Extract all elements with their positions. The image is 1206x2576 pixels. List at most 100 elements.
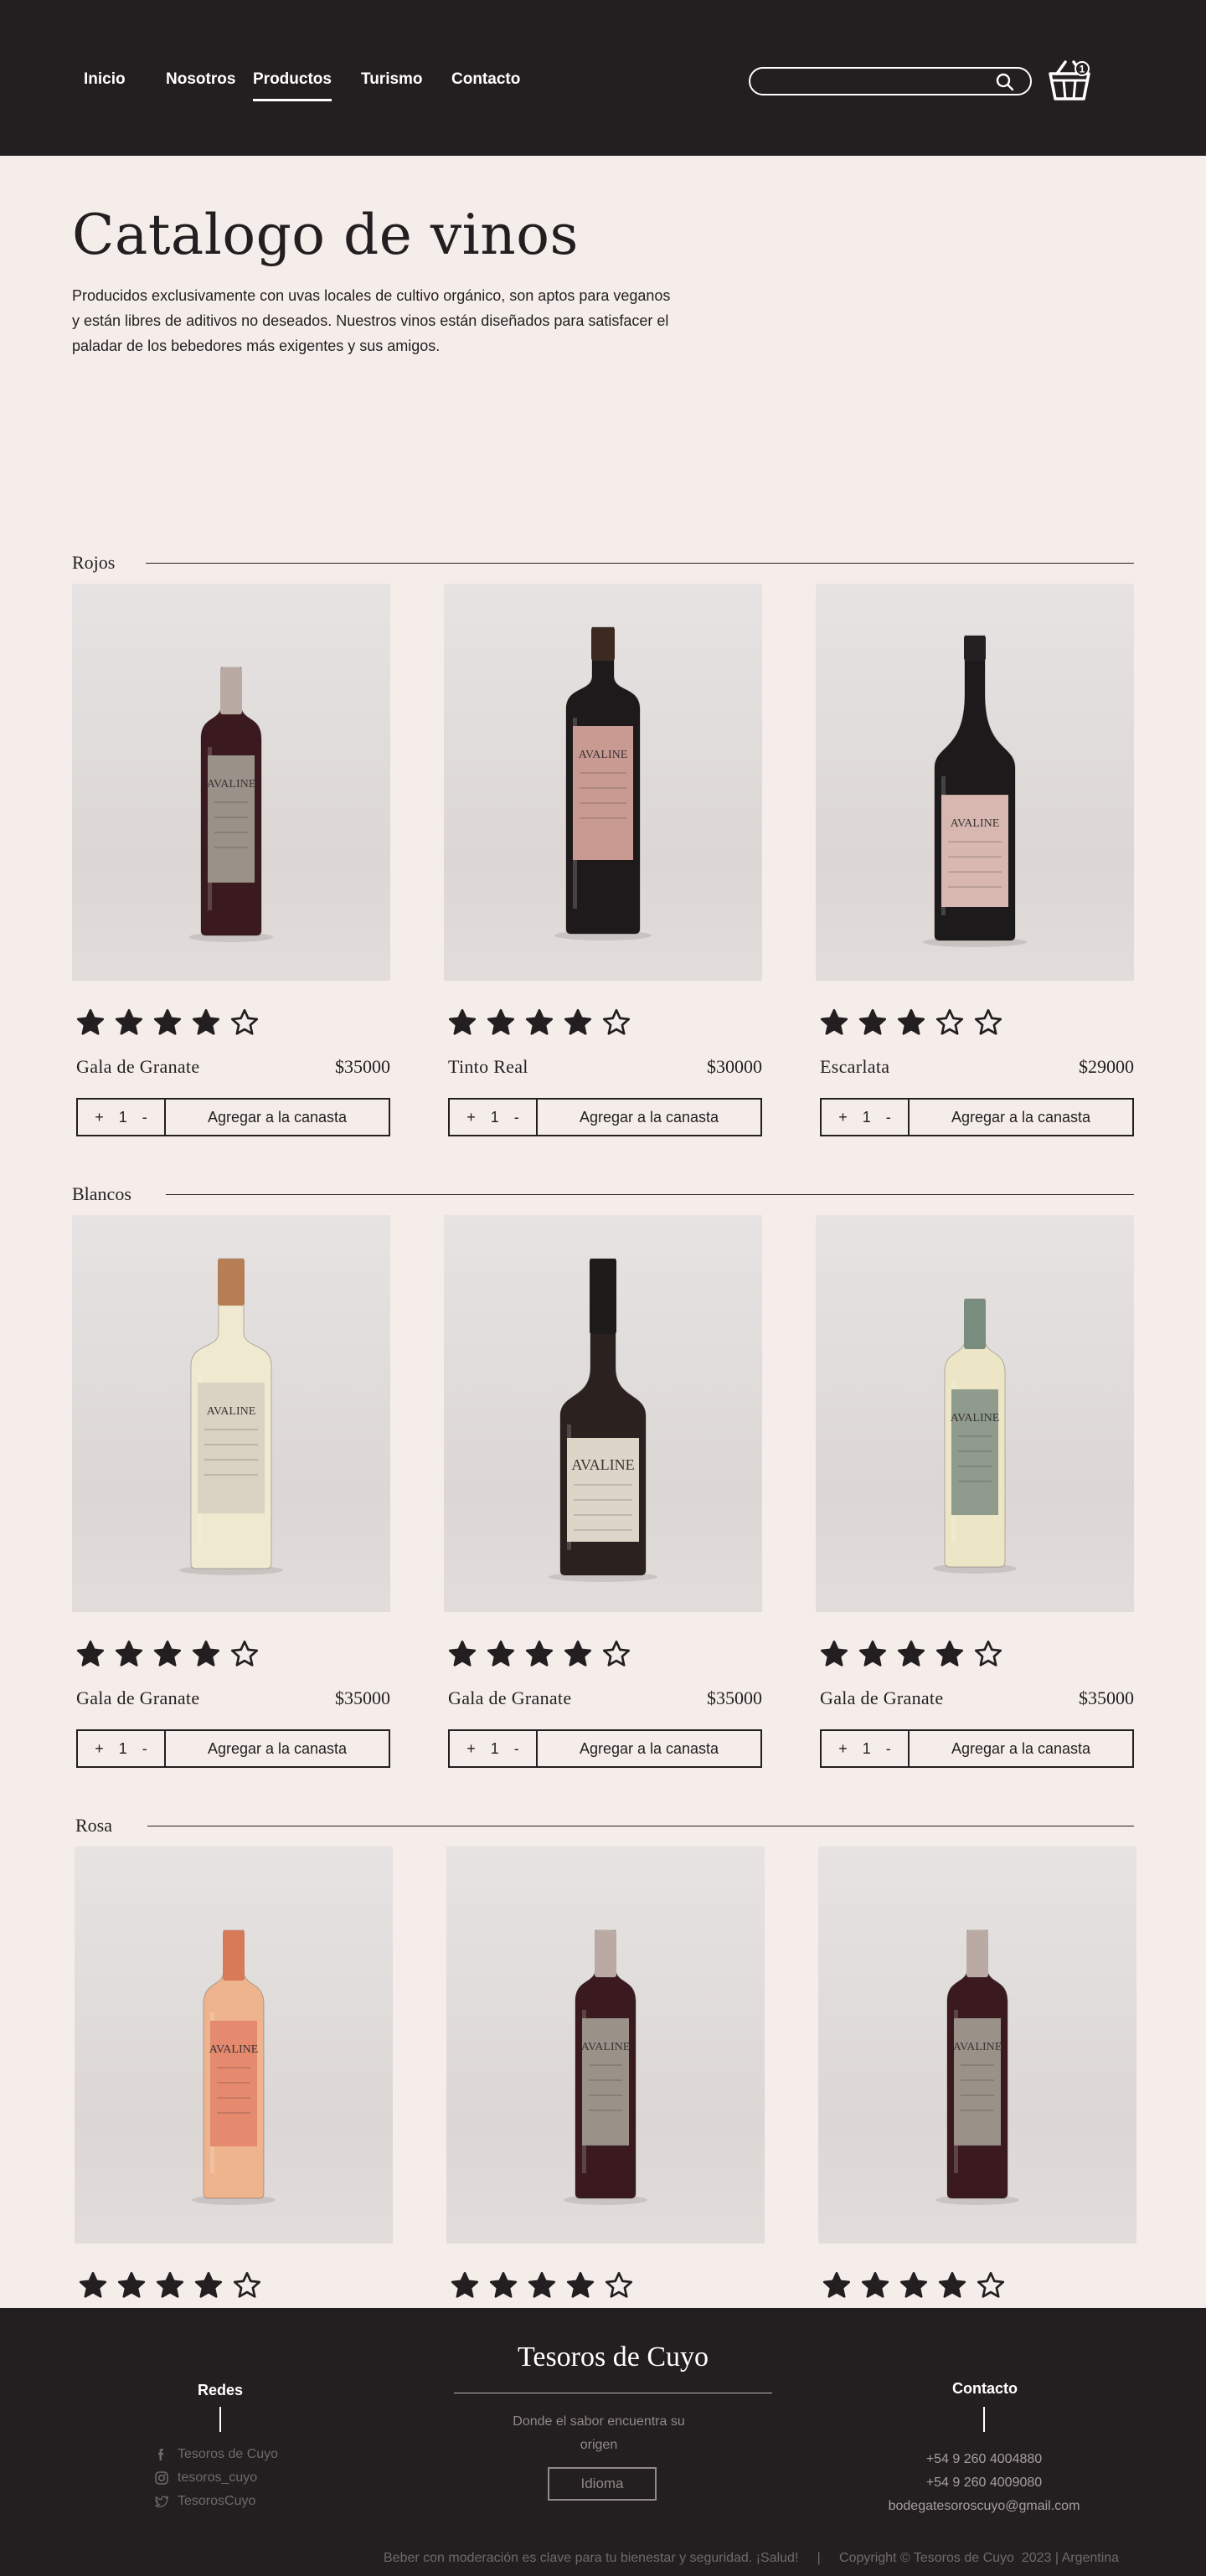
star-empty-icon[interactable] — [976, 2270, 1006, 2300]
star-filled-icon[interactable] — [191, 1007, 221, 1038]
add-to-cart-group: +1-Agregar a la canasta — [820, 1098, 1134, 1136]
nav-contacto[interactable]: Contacto — [451, 70, 520, 99]
qty-plus-button[interactable]: + — [466, 1109, 476, 1126]
qty-plus-button[interactable]: + — [838, 1740, 848, 1758]
star-filled-icon[interactable] — [486, 1639, 516, 1669]
qty-minus-button[interactable]: - — [886, 1740, 891, 1758]
star-filled-icon[interactable] — [565, 2270, 595, 2300]
star-empty-icon[interactable] — [232, 2270, 262, 2300]
search-icon[interactable] — [995, 72, 1015, 92]
star-filled-icon[interactable] — [450, 2270, 480, 2300]
star-filled-icon[interactable] — [78, 2270, 108, 2300]
wine-bottle-image[interactable]: AVALINE — [75, 1847, 393, 2244]
contact-phone[interactable]: +54 9 260 4009080 — [863, 2476, 1106, 2491]
star-filled-icon[interactable] — [524, 1007, 554, 1038]
contact-email[interactable]: bodegatesoroscuyo@gmail.com — [863, 2499, 1106, 2514]
star-filled-icon[interactable] — [114, 1007, 144, 1038]
star-filled-icon[interactable] — [75, 1639, 106, 1669]
star-filled-icon[interactable] — [860, 2270, 890, 2300]
qty-minus-button[interactable]: - — [514, 1109, 519, 1126]
star-filled-icon[interactable] — [896, 1639, 926, 1669]
star-filled-icon[interactable] — [527, 2270, 557, 2300]
star-empty-icon[interactable] — [229, 1007, 260, 1038]
star-filled-icon[interactable] — [937, 2270, 967, 2300]
star-empty-icon[interactable] — [973, 1007, 1003, 1038]
star-filled-icon[interactable] — [819, 1639, 849, 1669]
product-image[interactable]: AVALINE — [72, 584, 390, 981]
qty-plus-button[interactable]: + — [95, 1740, 104, 1758]
star-filled-icon[interactable] — [563, 1639, 593, 1669]
star-filled-icon[interactable] — [524, 1639, 554, 1669]
product-image[interactable]: AVALINE — [818, 1847, 1136, 2244]
add-to-cart-button[interactable]: Agregar a la canasta — [166, 1731, 389, 1766]
add-to-cart-button[interactable]: Agregar a la canasta — [538, 1731, 760, 1766]
star-filled-icon[interactable] — [75, 1007, 106, 1038]
wine-bottle-image[interactable]: AVALINE — [444, 1215, 762, 1612]
add-to-cart-button[interactable]: Agregar a la canasta — [910, 1100, 1132, 1135]
product-image[interactable]: AVALINE — [444, 584, 762, 981]
product-image[interactable]: AVALINE — [72, 1215, 390, 1612]
add-to-cart-button[interactable]: Agregar a la canasta — [910, 1731, 1132, 1766]
star-filled-icon[interactable] — [116, 2270, 147, 2300]
wine-bottle-image[interactable]: AVALINE — [446, 1847, 765, 2244]
star-filled-icon[interactable] — [447, 1007, 477, 1038]
wine-bottle-image[interactable]: AVALINE — [816, 1215, 1134, 1612]
qty-minus-button[interactable]: - — [886, 1109, 891, 1126]
star-filled-icon[interactable] — [899, 2270, 929, 2300]
social-instagram[interactable]: tesoros_cuyo — [154, 2470, 257, 2486]
nav-inicio[interactable]: Inicio — [84, 70, 126, 99]
star-filled-icon[interactable] — [819, 1007, 849, 1038]
social-twitter[interactable]: TesorosCuyo — [154, 2494, 255, 2509]
star-filled-icon[interactable] — [486, 1007, 516, 1038]
wine-bottle-image[interactable]: AVALINE — [72, 1215, 390, 1612]
product-image[interactable]: AVALINE — [75, 1847, 393, 2244]
bottle-label-text: AVALINE — [571, 1456, 634, 1473]
qty-minus-button[interactable]: - — [142, 1109, 147, 1126]
star-filled-icon[interactable] — [822, 2270, 852, 2300]
star-filled-icon[interactable] — [858, 1639, 888, 1669]
quantity-stepper: +1- — [822, 1100, 910, 1135]
wine-bottle-image[interactable]: AVALINE — [816, 584, 1134, 981]
nav-productos[interactable]: Productos — [253, 70, 332, 101]
wine-bottle-image[interactable]: AVALINE — [72, 584, 390, 981]
qty-plus-button[interactable]: + — [838, 1109, 848, 1126]
star-empty-icon[interactable] — [973, 1639, 1003, 1669]
star-filled-icon[interactable] — [858, 1007, 888, 1038]
nav-turismo[interactable]: Turismo — [361, 70, 423, 99]
basket-icon[interactable]: 1 — [1045, 55, 1094, 104]
star-empty-icon[interactable] — [601, 1007, 631, 1038]
nav-nosotros[interactable]: Nosotros — [166, 70, 235, 99]
star-filled-icon[interactable] — [191, 1639, 221, 1669]
product-image[interactable]: AVALINE — [444, 1215, 762, 1612]
star-empty-icon[interactable] — [604, 2270, 634, 2300]
product-image[interactable]: AVALINE — [446, 1847, 765, 2244]
star-filled-icon[interactable] — [155, 2270, 185, 2300]
star-empty-icon[interactable] — [229, 1639, 260, 1669]
star-filled-icon[interactable] — [447, 1639, 477, 1669]
wine-bottle-image[interactable]: AVALINE — [818, 1847, 1136, 2244]
star-empty-icon[interactable] — [935, 1007, 965, 1038]
product-image[interactable]: AVALINE — [816, 584, 1134, 981]
star-filled-icon[interactable] — [193, 2270, 224, 2300]
star-filled-icon[interactable] — [896, 1007, 926, 1038]
star-filled-icon[interactable] — [935, 1639, 965, 1669]
qty-minus-button[interactable]: - — [142, 1740, 147, 1758]
product-image[interactable]: AVALINE — [816, 1215, 1134, 1612]
star-filled-icon[interactable] — [152, 1007, 183, 1038]
wine-bottle-image[interactable]: AVALINE — [444, 584, 762, 981]
contact-phone[interactable]: +54 9 260 4004880 — [863, 2452, 1106, 2467]
star-empty-icon[interactable] — [601, 1639, 631, 1669]
bottle-label-text: AVALINE — [207, 778, 256, 791]
star-filled-icon[interactable] — [152, 1639, 183, 1669]
add-to-cart-button[interactable]: Agregar a la canasta — [538, 1100, 760, 1135]
language-button[interactable]: Idioma — [548, 2467, 657, 2501]
search-input[interactable] — [749, 67, 1032, 95]
qty-minus-button[interactable]: - — [514, 1740, 519, 1758]
star-filled-icon[interactable] — [114, 1639, 144, 1669]
add-to-cart-button[interactable]: Agregar a la canasta — [166, 1100, 389, 1135]
star-filled-icon[interactable] — [488, 2270, 518, 2300]
star-filled-icon[interactable] — [563, 1007, 593, 1038]
social-facebook[interactable]: Tesoros de Cuyo — [154, 2447, 278, 2462]
qty-plus-button[interactable]: + — [466, 1740, 476, 1758]
qty-plus-button[interactable]: + — [95, 1109, 104, 1126]
